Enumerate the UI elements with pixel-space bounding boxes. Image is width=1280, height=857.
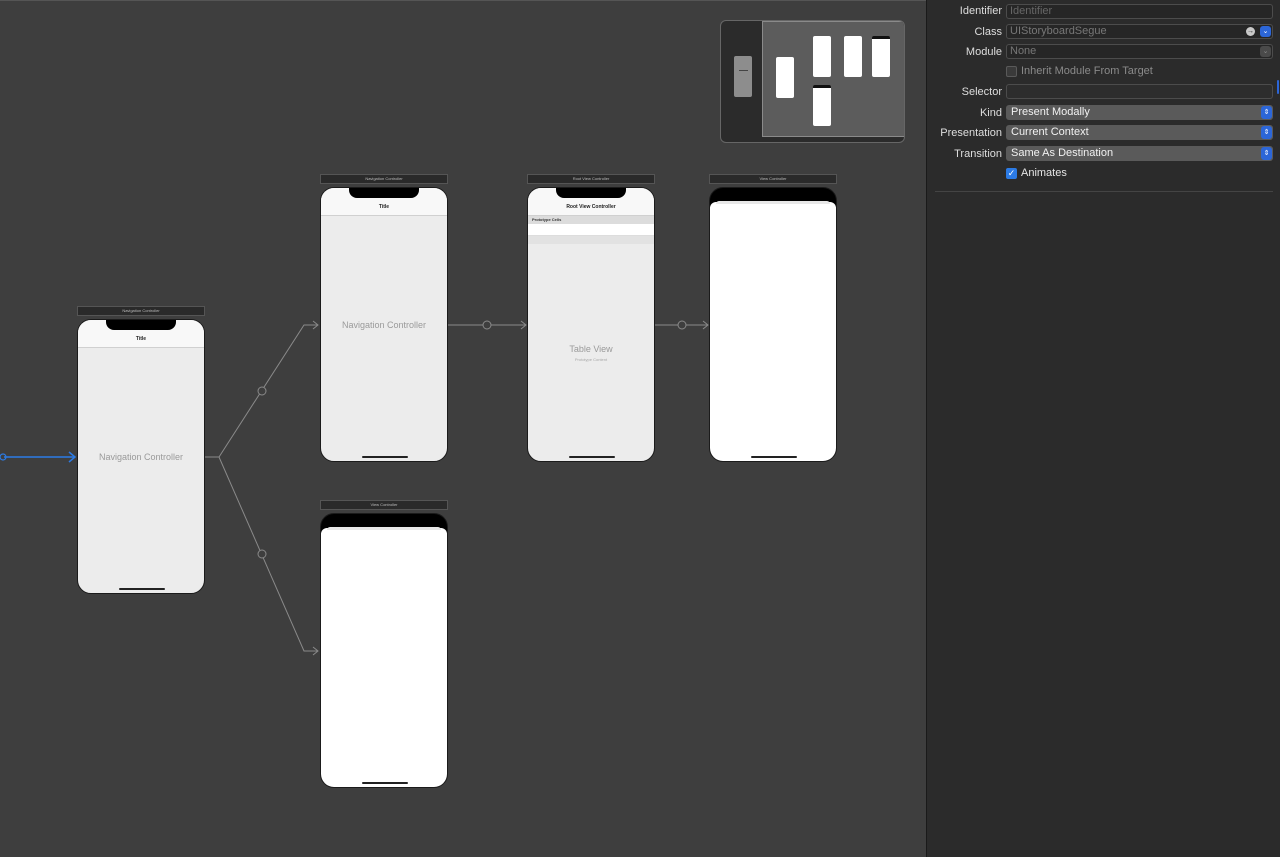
modal-sheet	[710, 201, 836, 461]
minimap-scene	[872, 36, 890, 77]
notch	[349, 188, 419, 198]
class-navigate-icon[interactable]: →	[1246, 27, 1255, 36]
prototype-cells-header: Prototype Cells	[528, 216, 654, 224]
scene-root-view-controller[interactable]: Root View Controller Root View Controlle…	[527, 174, 655, 462]
minimap-scene	[813, 36, 831, 77]
class-label: Class	[974, 26, 1002, 38]
inherit-module-label: Inherit Module From Target	[1021, 65, 1153, 77]
inherit-row: Inherit Module From Target	[927, 64, 1280, 81]
minimap-viewport[interactable]	[762, 21, 904, 137]
presentation-label: Presentation	[940, 127, 1002, 139]
center-label: Navigation Controller	[98, 452, 184, 462]
class-dropdown-icon[interactable]: ⌄	[1260, 26, 1271, 37]
device-frame	[320, 513, 448, 788]
home-indicator	[362, 782, 408, 784]
transition-label: Transition	[954, 148, 1002, 160]
segue-nav-to-view[interactable]	[218, 456, 319, 656]
minimap-scene	[844, 36, 862, 77]
prototype-cell[interactable]	[528, 224, 654, 236]
nav-title: Title	[135, 336, 147, 342]
device-frame: Root View Controller Prototype Cells Tab…	[527, 187, 655, 462]
device-frame	[709, 187, 837, 462]
kind-row: Kind Present Modally ⇕	[927, 105, 1280, 122]
presentation-row: Presentation Current Context ⇕	[927, 125, 1280, 142]
notch	[556, 188, 626, 198]
transition-row: Transition Same As Destination ⇕	[927, 146, 1280, 163]
kind-updown-icon: ⇕	[1261, 106, 1272, 119]
module-value: None	[1010, 45, 1037, 57]
notch	[106, 320, 176, 330]
table-view-label: Table View	[569, 344, 613, 354]
transition-value: Same As Destination	[1011, 147, 1114, 159]
selector-row: Selector	[927, 84, 1280, 101]
minimap-scene	[734, 56, 752, 97]
initial-arrow[interactable]	[0, 451, 77, 463]
class-row: Class UIStoryboardSegue → ⌄	[927, 24, 1280, 41]
module-dropdown-icon[interactable]: ⌄	[1260, 46, 1271, 57]
scene-navigation-controller-1[interactable]: Navigation Controller Title Navigation C…	[77, 306, 205, 594]
modal-sheet	[321, 527, 447, 787]
module-row: Module None ⌄	[927, 44, 1280, 61]
inherit-module-checkbox[interactable]	[1006, 66, 1017, 77]
sheet-edge	[716, 201, 830, 204]
kind-label: Kind	[979, 107, 1002, 119]
center-label: Navigation Controller	[341, 320, 427, 330]
section-separator	[528, 236, 654, 244]
presentation-value: Current Context	[1011, 126, 1089, 138]
transition-popup[interactable]: Same As Destination ⇕	[1006, 146, 1273, 161]
selector-field[interactable]	[1006, 84, 1273, 99]
animates-label: Animates	[1021, 167, 1067, 179]
class-value: UIStoryboardSegue	[1010, 25, 1107, 37]
scene-header[interactable]: View Controller	[320, 500, 448, 510]
scene-view-controller-1[interactable]: View Controller	[709, 174, 837, 462]
scene-header[interactable]: Navigation Controller	[77, 306, 205, 316]
storyboard-canvas[interactable]: Navigation Controller Title Navigation C…	[0, 0, 926, 857]
home-indicator	[569, 456, 615, 458]
minimap-scene	[813, 85, 831, 126]
section-divider	[935, 191, 1273, 192]
module-label: Module	[965, 46, 1002, 58]
selector-label: Selector	[961, 86, 1002, 98]
presentation-updown-icon: ⇕	[1261, 126, 1272, 139]
device-frame: Title Navigation Controller	[77, 319, 205, 594]
home-indicator	[751, 456, 797, 458]
module-field[interactable]: None ⌄	[1006, 44, 1273, 59]
kind-value: Present Modally	[1011, 106, 1090, 118]
prototype-content-label: Prototype Content	[574, 357, 608, 362]
identifier-row: Identifier Identifier	[927, 3, 1280, 20]
device-frame: Title Navigation Controller	[320, 187, 448, 462]
scene-header[interactable]: View Controller	[709, 174, 837, 184]
segue-root-relationship[interactable]	[448, 320, 527, 330]
minimap[interactable]	[720, 20, 905, 143]
scene-view-controller-2[interactable]: View Controller	[320, 500, 448, 788]
segue-nav-to-nav[interactable]	[204, 320, 319, 458]
identifier-field[interactable]: Identifier	[1006, 4, 1273, 19]
presentation-popup[interactable]: Current Context ⇕	[1006, 125, 1273, 140]
transition-updown-icon: ⇕	[1261, 147, 1272, 160]
nav-title: Root View Controller	[566, 204, 616, 210]
sheet-edge	[327, 527, 441, 530]
nav-title: Title	[378, 204, 390, 210]
minimap-scene	[776, 57, 794, 98]
home-indicator	[119, 588, 165, 590]
class-field[interactable]: UIStoryboardSegue → ⌄	[1006, 24, 1273, 39]
scene-header[interactable]: Navigation Controller	[320, 174, 448, 184]
identifier-label: Identifier	[959, 5, 1002, 17]
scene-header[interactable]: Root View Controller	[527, 174, 655, 184]
kind-popup[interactable]: Present Modally ⇕	[1006, 105, 1273, 120]
home-indicator	[362, 456, 408, 458]
animates-row: ✓ Animates	[927, 166, 1280, 183]
segue-show[interactable]	[655, 320, 709, 330]
animates-checkbox[interactable]: ✓	[1006, 168, 1017, 179]
attributes-inspector: Identifier Identifier Class UIStoryboard…	[926, 0, 1280, 857]
identifier-placeholder: Identifier	[1010, 5, 1053, 17]
scene-navigation-controller-2[interactable]: Navigation Controller Title Navigation C…	[320, 174, 448, 462]
